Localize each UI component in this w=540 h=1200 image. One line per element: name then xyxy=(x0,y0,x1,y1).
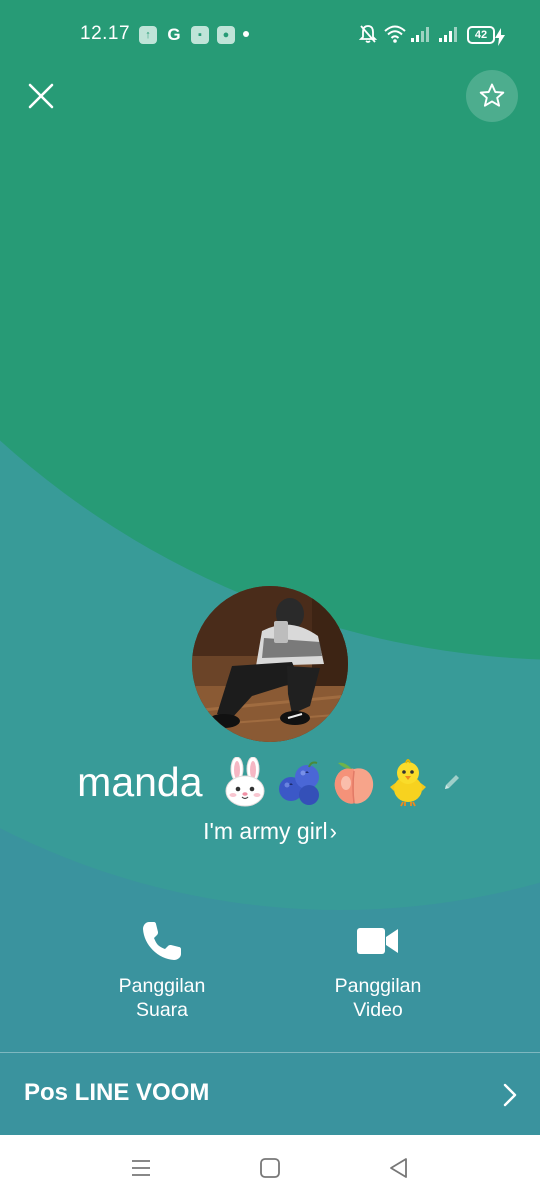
home-icon[interactable] xyxy=(257,1155,283,1181)
video-call-label-line2: Video xyxy=(353,999,403,1021)
chat-notification-icon: ▪ xyxy=(191,26,209,44)
mute-bell-icon xyxy=(358,25,378,43)
line-voom-posts-row[interactable]: Pos LINE VOOM xyxy=(0,1053,540,1135)
profile-background xyxy=(0,0,540,1135)
profile-name: manda xyxy=(77,759,203,805)
baby-chick-icon xyxy=(390,759,427,807)
edit-name-pencil-icon[interactable] xyxy=(441,771,463,793)
charging-bolt-icon xyxy=(495,28,505,46)
battery-indicator: 42 xyxy=(467,26,495,44)
video-camera-icon xyxy=(357,928,398,954)
back-icon[interactable] xyxy=(386,1155,412,1181)
voice-call-button[interactable]: Panggilan Suara xyxy=(82,918,242,1038)
avatar-photo xyxy=(192,586,348,742)
line-voom-label: Pos LINE VOOM xyxy=(24,1079,210,1106)
app-notification-icon: ● xyxy=(217,26,235,44)
name-emojis xyxy=(221,757,434,807)
phone-icon xyxy=(143,922,181,960)
status-time: 12.17 xyxy=(80,23,131,44)
upload-notification-icon: ↑ xyxy=(139,26,157,44)
close-button[interactable] xyxy=(22,77,60,115)
recent-apps-icon[interactable] xyxy=(128,1155,154,1181)
voice-call-label-line2: Suara xyxy=(135,999,189,1021)
status-message-chevron-icon: › xyxy=(329,819,337,844)
blueberries-icon xyxy=(279,761,320,805)
signal-sim2-icon xyxy=(439,27,457,42)
favorite-button[interactable] xyxy=(466,70,518,122)
close-icon xyxy=(28,83,54,109)
video-call-button[interactable]: Panggilan Video xyxy=(298,918,458,1038)
video-call-label-line1: Panggilan xyxy=(334,975,422,997)
profile-avatar[interactable] xyxy=(192,586,348,742)
status-message-link[interactable]: I'm army girl› xyxy=(0,814,540,849)
status-bar: 12.17 ↑ G ▪ ● 42 xyxy=(0,0,540,70)
wifi-icon xyxy=(384,25,406,43)
g-notification-icon: G xyxy=(167,25,181,44)
status-message-text: I'm army girl xyxy=(203,818,328,844)
star-icon xyxy=(479,83,505,107)
rabbit-face-icon xyxy=(225,757,265,807)
more-notifications-dot xyxy=(243,31,249,37)
profile-name-row: manda xyxy=(0,752,540,812)
voice-call-label-line1: Panggilan xyxy=(118,975,206,997)
signal-sim1-icon xyxy=(411,27,429,42)
system-navigation-bar xyxy=(0,1135,540,1200)
chevron-right-icon xyxy=(503,1083,517,1107)
peach-icon xyxy=(334,762,374,804)
